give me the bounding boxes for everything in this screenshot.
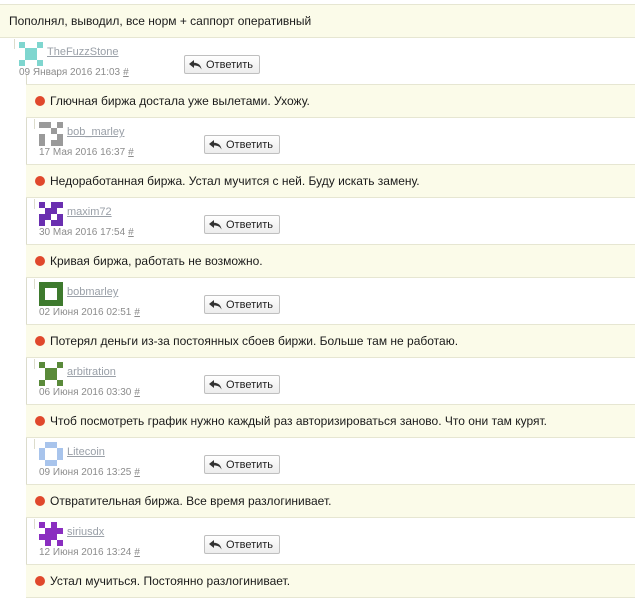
- reply-arrow-icon: [209, 299, 222, 309]
- reply-button-label: Ответить: [226, 378, 274, 391]
- reply-date-text: 06 Июня 2016 03:30: [39, 387, 132, 398]
- comment-permalink[interactable]: #: [123, 67, 129, 78]
- avatar: [39, 522, 63, 546]
- avatar: [39, 202, 63, 226]
- reply-button[interactable]: Ответить: [204, 375, 281, 394]
- reply-permalink[interactable]: #: [134, 547, 140, 558]
- avatar: [19, 42, 43, 66]
- reply-date-text: 12 Июня 2016 13:24: [39, 547, 132, 558]
- reply-arrow-icon: [209, 139, 222, 149]
- reply-author[interactable]: Litecoin: [67, 446, 105, 458]
- reply-comment-text: Глючная биржа достала уже вылетами. Ухож…: [50, 94, 310, 108]
- reply-permalink[interactable]: #: [134, 307, 140, 318]
- comment-author[interactable]: TheFuzzStone: [47, 46, 119, 58]
- reply-arrow-icon: [209, 459, 222, 469]
- reply-arrow-icon: [209, 539, 222, 549]
- reply-date-text: 17 Мая 2016 16:37: [39, 147, 126, 158]
- avatar: [39, 442, 63, 466]
- comment-date: 09 Января 2016 21:03 #: [19, 67, 129, 79]
- reply-arrow-icon: [209, 379, 222, 389]
- reply-comment-text: Потерял деньги из-за постоянных сбоев би…: [50, 334, 459, 348]
- reply-button[interactable]: Ответить: [204, 535, 281, 554]
- reply-comment-text: Устал мучиться. Постоянно разлогинивает.: [50, 574, 291, 588]
- reply-comment: Потерял деньги из-за постоянных сбоев би…: [26, 324, 635, 358]
- reply-button-label: Ответить: [226, 138, 274, 151]
- reply-comment: Чтоб посмотреть график нужно каждый раз …: [26, 404, 635, 438]
- reply-author[interactable]: maxim72: [67, 206, 112, 218]
- reply-date: 09 Июня 2016 13:25 #: [39, 467, 140, 479]
- reply-date-text: 09 Июня 2016 13:25: [39, 467, 132, 478]
- reply-comment-text: Отвратительная биржа. Все время разлогин…: [50, 494, 332, 508]
- reply-date-text: 02 Июня 2016 02:51: [39, 307, 132, 318]
- reply-author[interactable]: bobmarley: [67, 286, 118, 298]
- reply-comment: Кривая биржа, работать не возможно.: [26, 244, 635, 278]
- reply-permalink[interactable]: #: [134, 467, 140, 478]
- reply-comment: Недоработанная биржа. Устал мучится с не…: [26, 164, 635, 198]
- reply-button[interactable]: Ответить: [204, 455, 281, 474]
- reply-comment-text: Кривая биржа, работать не возможно.: [50, 254, 263, 268]
- reply-date: 12 Июня 2016 13:24 #: [39, 547, 140, 559]
- connector-line: [14, 39, 15, 49]
- reply-button-label: Ответить: [226, 218, 274, 231]
- reply-comment: Устал мучиться. Постоянно разлогинивает.: [26, 564, 635, 598]
- connector-line: [34, 119, 35, 129]
- avatar: [39, 362, 63, 386]
- reply-author[interactable]: bob_marley: [67, 126, 124, 138]
- reply-date: 30 Мая 2016 17:54 #: [39, 227, 134, 239]
- reply-date: 06 Июня 2016 03:30 #: [39, 387, 140, 399]
- reply-arrow-icon: [209, 219, 222, 229]
- reply-date: 17 Мая 2016 16:37 #: [39, 147, 134, 159]
- reply-comment: Отвратительная биржа. Все время разлогин…: [26, 484, 635, 518]
- reply-button[interactable]: Ответить: [204, 215, 281, 234]
- reply-comment: Глючная биржа достала уже вылетами. Ухож…: [26, 84, 635, 118]
- reply-permalink[interactable]: #: [128, 147, 134, 158]
- comment-text: Пополнял, выводил, все норм + саппорт оп…: [0, 4, 635, 38]
- reply-button[interactable]: Ответить: [184, 55, 261, 74]
- connector-line: [34, 279, 35, 289]
- reply-comment-text: Чтоб посмотреть график нужно каждый раз …: [50, 414, 547, 428]
- reply-arrow-icon: [189, 59, 202, 69]
- avatar: [39, 282, 63, 306]
- comment-date-text: 09 Января 2016 21:03: [19, 67, 121, 78]
- connector-line: [34, 519, 35, 529]
- reply-date: 02 Июня 2016 02:51 #: [39, 307, 140, 319]
- reply-button-label: Ответить: [206, 58, 254, 71]
- avatar: [39, 122, 63, 146]
- comment-body: Пополнял, выводил, все норм + саппорт оп…: [9, 14, 312, 28]
- reply-comment-text: Недоработанная биржа. Устал мучится с не…: [50, 174, 420, 188]
- reply-permalink[interactable]: #: [134, 387, 140, 398]
- reply-button-label: Ответить: [226, 298, 274, 311]
- reply-date-text: 30 Мая 2016 17:54: [39, 227, 126, 238]
- reply-button[interactable]: Ответить: [204, 135, 281, 154]
- reply-author[interactable]: siriusdx: [67, 526, 104, 538]
- reply-permalink[interactable]: #: [128, 227, 134, 238]
- reply-button-label: Ответить: [226, 458, 274, 471]
- connector-line: [34, 439, 35, 449]
- connector-line: [34, 199, 35, 209]
- reply-button-label: Ответить: [226, 538, 274, 551]
- reply-button[interactable]: Ответить: [204, 295, 281, 314]
- reply-author[interactable]: arbitration: [67, 366, 116, 378]
- connector-line: [34, 359, 35, 369]
